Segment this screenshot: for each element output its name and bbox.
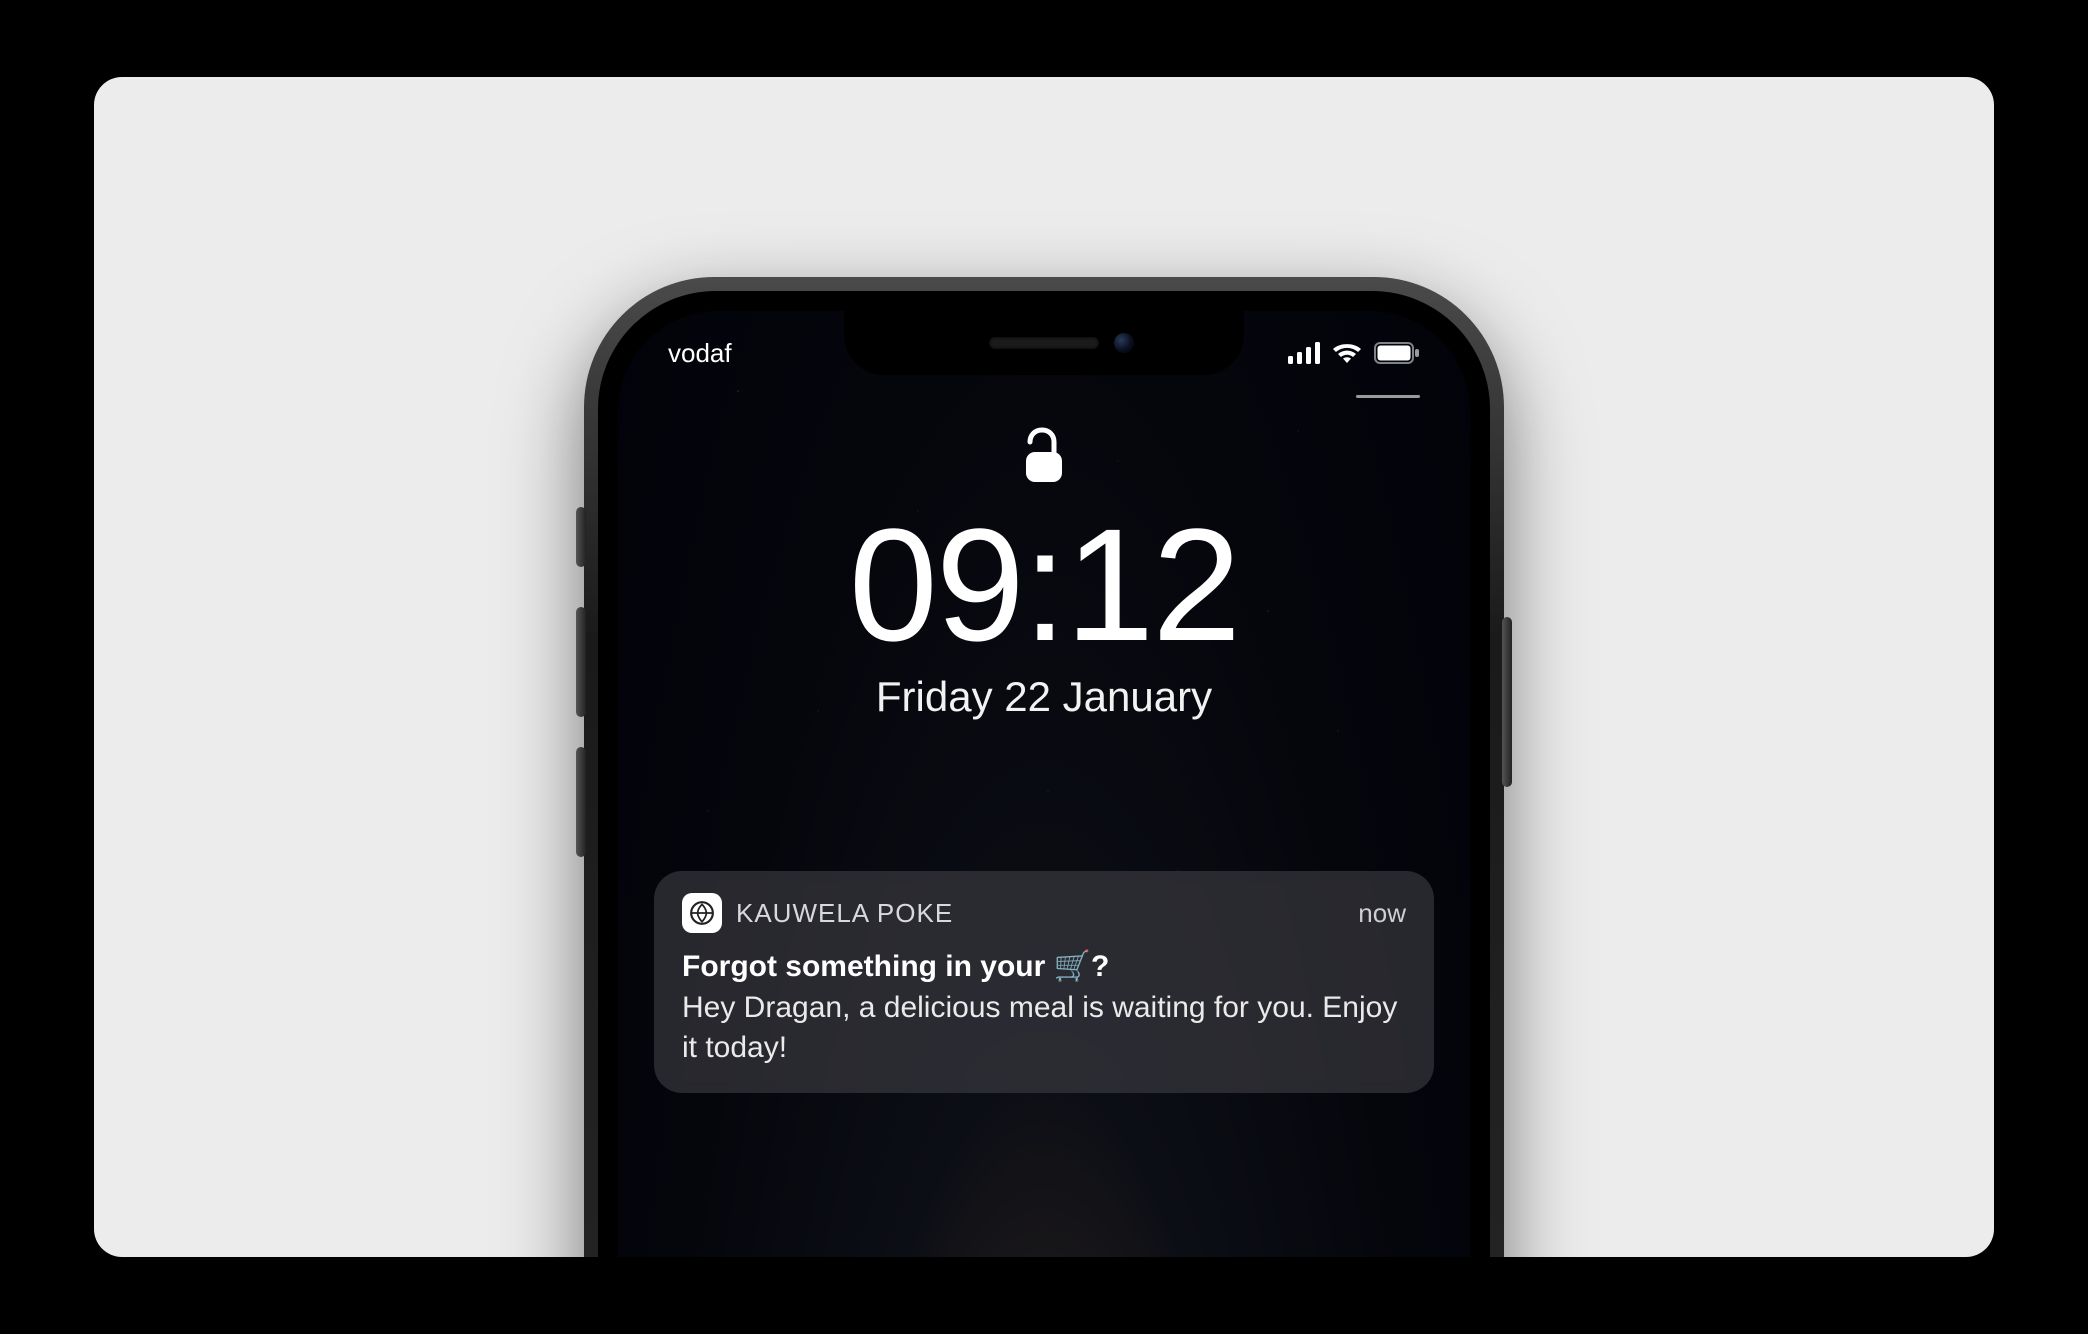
wifi-icon (1332, 342, 1362, 364)
carrier-label: vodaf (668, 338, 868, 369)
notification-card[interactable]: KAUWELA POKE now Forgot something in you… (654, 871, 1434, 1093)
stage: vodaf (0, 0, 2088, 1334)
lock-screen-time: 09:12 (618, 501, 1470, 669)
cellular-signal-icon (1288, 342, 1320, 364)
earpiece-speaker (989, 337, 1099, 349)
phone-frame: vodaf (584, 277, 1504, 1257)
mute-switch[interactable] (576, 507, 586, 567)
power-button[interactable] (1502, 617, 1512, 787)
notification-title: Forgot something in your 🛒? (682, 947, 1406, 986)
volume-down-button[interactable] (576, 747, 586, 857)
notification-app-icon (682, 893, 722, 933)
front-camera (1114, 333, 1134, 353)
notification-body: Hey Dragan, a delicious meal is waiting … (682, 988, 1406, 1067)
volume-up-button[interactable] (576, 607, 586, 717)
status-icons (1288, 342, 1420, 364)
lock-screen-header: 09:12 Friday 22 January (618, 426, 1470, 721)
unlock-icon (1022, 426, 1066, 491)
presentation-card: vodaf (94, 77, 1994, 1257)
notification-header: KAUWELA POKE now (682, 893, 1406, 933)
lock-screen-date: Friday 22 January (618, 673, 1470, 721)
notification-app-name: KAUWELA POKE (736, 898, 1344, 929)
phone-screen[interactable]: vodaf (618, 311, 1470, 1257)
display-notch (844, 311, 1244, 375)
control-center-grabber[interactable] (1356, 395, 1420, 398)
battery-icon (1374, 342, 1420, 364)
notification-timestamp: now (1358, 898, 1406, 929)
